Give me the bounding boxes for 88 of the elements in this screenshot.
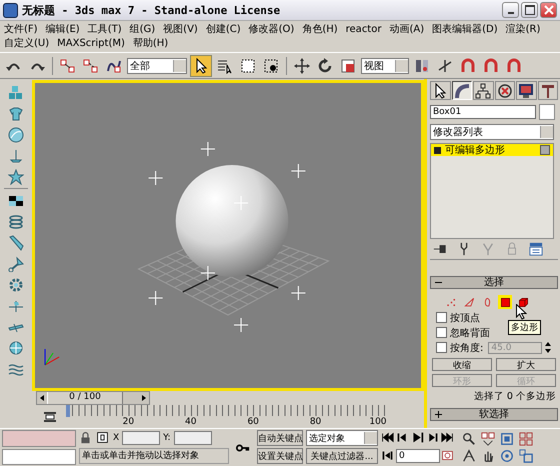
x-label: X xyxy=(113,433,120,443)
select-icon[interactable] xyxy=(190,54,212,76)
time-configuration-icon[interactable] xyxy=(441,449,455,463)
menu-item[interactable]: 帮助(H) xyxy=(132,36,168,50)
menu-item[interactable]: 渲染(R) xyxy=(506,22,540,36)
configure-sets-icon[interactable] xyxy=(529,242,543,256)
motion-tab[interactable] xyxy=(494,81,515,100)
zoom-extents-icon[interactable] xyxy=(500,432,515,446)
zoom-icon[interactable] xyxy=(462,432,477,446)
maximize-button[interactable] xyxy=(521,2,538,18)
y-label: Y: xyxy=(163,433,171,443)
frame-field[interactable]: 0 xyxy=(396,449,440,463)
move-icon[interactable] xyxy=(292,56,312,76)
prompt-text: 单击或单击并拖动以选择对象 xyxy=(79,448,229,464)
panel-button[interactable]: 扩大 xyxy=(496,358,556,371)
y-field[interactable] xyxy=(174,431,212,445)
go-to-end-icon[interactable] xyxy=(441,431,455,445)
auto-key-button[interactable]: 自动关键点 xyxy=(257,430,303,446)
spinner-arrows-icon[interactable] xyxy=(545,342,552,353)
set-key-button[interactable]: 设置关键点 xyxy=(257,448,303,464)
selection-lock-icon[interactable] xyxy=(96,431,110,445)
menu-item[interactable]: MAXScript(M) xyxy=(57,38,125,48)
maximize-viewport-icon[interactable] xyxy=(519,448,534,464)
menu-item[interactable]: 动画(A) xyxy=(389,22,424,36)
menu-item[interactable]: 视图(V) xyxy=(163,22,198,36)
zoom-all-icon[interactable] xyxy=(481,432,496,446)
field-of-view-icon[interactable] xyxy=(462,448,477,464)
selection-status-text: 选择了 0 个多边形 xyxy=(472,390,556,403)
menu-item[interactable]: 创建(C) xyxy=(206,22,241,36)
time-slider-thumb[interactable]: 0 / 100 xyxy=(47,392,123,404)
sphere[interactable] xyxy=(176,165,288,277)
checkbox-label: 忽略背面 xyxy=(450,326,490,340)
frame-label: 80 xyxy=(310,417,322,428)
frame-label: 60 xyxy=(247,417,259,428)
polygon-icon[interactable] xyxy=(498,295,512,309)
window-title: 无标题 - 3ds max 7 - Stand-alone License xyxy=(22,2,282,18)
menu-item[interactable]: reactor xyxy=(346,24,382,34)
x-field[interactable] xyxy=(122,431,160,445)
listener-output-pane[interactable] xyxy=(2,448,76,465)
pen-icon[interactable] xyxy=(6,233,26,252)
object-name-field[interactable]: Box01 xyxy=(430,105,536,119)
hierarchy-tab[interactable] xyxy=(473,81,494,100)
close-button[interactable] xyxy=(540,2,557,18)
object-color-swatch[interactable] xyxy=(539,104,555,120)
sphere-icon[interactable] xyxy=(6,125,26,144)
element-icon[interactable] xyxy=(516,295,530,309)
checkbox[interactable] xyxy=(436,312,447,323)
modifier-list-dropdown[interactable]: 修改器列表 xyxy=(430,124,554,140)
rollout-header[interactable]: 软选择 xyxy=(430,408,558,421)
modify-tab[interactable] xyxy=(452,81,472,100)
menu-item[interactable]: 工具(T) xyxy=(88,22,122,36)
tooltip: 多边形 xyxy=(508,320,541,335)
star-icon[interactable] xyxy=(6,167,26,186)
checkbox-label: 按顶点 xyxy=(450,312,480,324)
go-to-start-icon[interactable] xyxy=(381,431,395,445)
axis-tripod-icon xyxy=(44,349,60,366)
key-target-dropdown[interactable]: 选定对象 xyxy=(306,430,378,446)
menu-item[interactable]: 文件(F) xyxy=(4,22,38,36)
menu-item[interactable]: 自定义(U) xyxy=(4,36,50,50)
menu-item[interactable]: 图表编辑器(D) xyxy=(432,22,498,36)
play-icon[interactable] xyxy=(411,431,425,445)
menu-item[interactable]: 修改器(O) xyxy=(248,22,294,36)
display-tab[interactable] xyxy=(516,81,536,100)
pin-stack-icon[interactable] xyxy=(433,242,447,256)
mouse-cursor-icon xyxy=(516,304,527,320)
menu-item[interactable]: 组(G) xyxy=(130,22,156,36)
reference-coordinate-dropdown[interactable]: 视图 xyxy=(361,58,409,74)
minimize-button[interactable] xyxy=(502,2,519,18)
stack-item[interactable]: 可编辑多边形 xyxy=(431,144,553,156)
frame-label: 40 xyxy=(185,417,196,428)
frame-label: 20 xyxy=(122,417,134,428)
create-tab[interactable] xyxy=(430,81,450,100)
checkbox[interactable] xyxy=(436,327,447,338)
time-slider[interactable]: 0 / 100 xyxy=(36,391,150,405)
zoom-extents-all-icon[interactable] xyxy=(519,432,534,446)
time-slider-track[interactable]: 0 / 100 xyxy=(47,392,139,404)
menu-item[interactable]: 编辑(E) xyxy=(46,22,80,36)
rollout-header[interactable]: 选择 xyxy=(430,276,558,289)
edge-icon[interactable] xyxy=(462,295,476,309)
checkbox-label: 按角度: xyxy=(450,342,484,354)
frame-label: 100 xyxy=(369,417,387,428)
orbit-icon[interactable] xyxy=(500,448,515,464)
key-filters-button[interactable]: 关键点过滤器... xyxy=(306,448,378,464)
selection-filter-dropdown[interactable]: 全部 xyxy=(127,58,187,74)
menu-item[interactable]: 角色(H) xyxy=(302,22,338,36)
utilities-tab[interactable] xyxy=(538,81,558,100)
app-icon xyxy=(3,2,18,18)
panel-button[interactable]: 收缩 xyxy=(432,358,492,371)
